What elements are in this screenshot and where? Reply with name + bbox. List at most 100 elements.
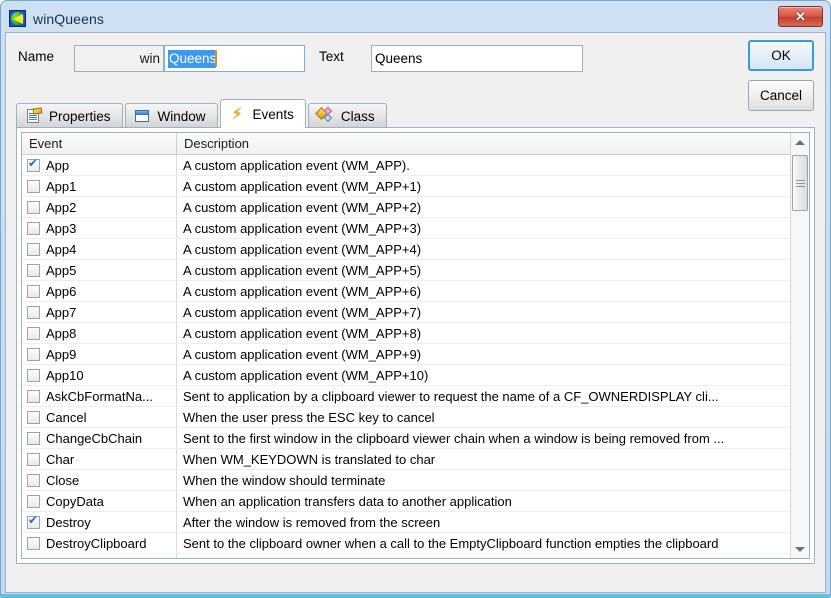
event-checkbox[interactable] <box>27 242 40 256</box>
event-cell: Char <box>22 449 177 469</box>
event-checkbox[interactable] <box>27 179 40 193</box>
event-checkbox[interactable] <box>27 200 40 214</box>
event-description: A custom application event (WM_APP+2) <box>183 199 422 215</box>
table-row[interactable]: App9 A custom application event (WM_APP+9… <box>22 344 790 365</box>
event-description: When WM_KEYDOWN is translated to char <box>183 451 436 467</box>
event-checkbox[interactable] <box>27 305 40 319</box>
tab-window[interactable]: Window <box>124 103 218 128</box>
name-label: Name <box>18 49 55 64</box>
table-row[interactable]: CopyData When an application transfers da… <box>22 491 790 512</box>
event-description: Sent to the clipboard owner when a call … <box>183 535 719 551</box>
scroll-up-arrow-icon[interactable] <box>791 133 809 151</box>
close-icon: ✕ <box>795 9 806 24</box>
event-checkbox[interactable] <box>27 221 40 235</box>
event-name: DestroyClipboard <box>46 535 147 551</box>
scroll-down-arrow-icon[interactable] <box>791 540 809 558</box>
event-description: When the window should terminate <box>183 472 386 488</box>
close-button[interactable]: ✕ <box>778 6 823 27</box>
event-checkbox[interactable] <box>27 557 40 558</box>
name-input-value: Queens <box>168 49 217 68</box>
window-icon <box>134 108 151 124</box>
scrollbar-thumb[interactable] <box>792 155 808 211</box>
event-name: App3 <box>46 220 77 236</box>
event-name: App9 <box>46 346 77 362</box>
tab-events[interactable]: ⚡ Events <box>219 99 306 128</box>
table-row[interactable]: App2 A custom application event (WM_APP+2… <box>22 197 790 218</box>
form-row: Name win Queens Text Queens OK Cancel <box>6 33 825 111</box>
table-row[interactable]: AskCbFormatNa... Sent to application by a… <box>22 386 790 407</box>
event-checkbox[interactable] <box>27 410 40 424</box>
grid-body: AppA custom application event (WM_APP).A… <box>22 155 790 558</box>
event-name: CopyData <box>46 493 104 509</box>
event-checkbox[interactable] <box>27 473 40 487</box>
event-name: Destroy <box>46 514 91 530</box>
table-row[interactable]: App7 A custom application event (WM_APP+7… <box>22 302 790 323</box>
event-description: A custom application event (WM_APP). <box>183 157 410 173</box>
table-row[interactable]: App A custom application event (WM_APP). <box>22 155 790 176</box>
table-row[interactable]: Char When WM_KEYDOWN is translated to cha… <box>22 449 790 470</box>
event-cell: DestroyClipboard <box>22 533 177 553</box>
event-name: App7 <box>46 304 77 320</box>
event-cell: App3 <box>22 218 177 238</box>
table-row[interactable]: App1 A custom application event (WM_APP+1… <box>22 176 790 197</box>
table-row[interactable]: Close When the window should terminate <box>22 470 790 491</box>
event-checkbox[interactable] <box>27 452 40 466</box>
ok-button[interactable]: OK <box>748 40 814 71</box>
tab-class[interactable]: Class <box>307 103 387 128</box>
events-grid-wrapper: Event Description App A custom applicatio… <box>21 132 810 559</box>
table-row[interactable]: App3 A custom application event (WM_APP+3… <box>22 218 790 239</box>
event-checkbox[interactable] <box>27 284 40 298</box>
event-cell: App1 <box>22 176 177 196</box>
table-row[interactable]: Destroy After the window is removed from … <box>22 512 790 533</box>
table-row[interactable]: App8 A custom application event (WM_APP+8… <box>22 323 790 344</box>
table-row[interactable]: App5 A custom application event (WM_APP+5… <box>22 260 790 281</box>
column-header-description[interactable]: Description <box>177 133 790 154</box>
table-row[interactable]: App10 A custom application event (WM_APP+… <box>22 365 790 386</box>
event-cell: CopyData <box>22 491 177 511</box>
tab-properties[interactable]: Properties <box>16 103 123 128</box>
vertical-scrollbar[interactable] <box>790 133 809 558</box>
event-checkbox[interactable] <box>27 263 40 277</box>
event-checkbox[interactable] <box>27 347 40 361</box>
events-grid: Event Description App A custom applicatio… <box>22 133 790 558</box>
table-row[interactable]: DisplayChange Sent to every window when t… <box>22 554 790 558</box>
event-name: App10 <box>46 367 84 383</box>
name-prefix-value: win <box>139 51 160 66</box>
event-description: A custom application event (WM_APP+5) <box>183 262 422 278</box>
event-description: A custom application event (WM_APP+10) <box>183 367 429 383</box>
event-checkbox[interactable] <box>27 389 40 403</box>
event-checkbox[interactable] <box>27 157 40 172</box>
text-input[interactable]: Queens <box>371 45 583 72</box>
event-cell: App5 <box>22 260 177 280</box>
event-checkbox[interactable] <box>27 431 40 445</box>
lightning-bolt-icon: ⚡ <box>231 104 243 123</box>
event-checkbox[interactable] <box>27 368 40 382</box>
table-row[interactable]: ChangeCbChain Sent to the first window in… <box>22 428 790 449</box>
table-row[interactable]: Cancel When the user press the ESC key to… <box>22 407 790 428</box>
event-checkbox[interactable] <box>27 326 40 340</box>
table-row[interactable]: DestroyClipboard Sent to the clipboard ow… <box>22 533 790 554</box>
event-description: A custom application event (WM_APP+8) <box>183 325 422 341</box>
event-checkbox[interactable] <box>27 494 40 508</box>
event-description: A custom application event (WM_APP+9) <box>183 346 422 362</box>
event-name: App2 <box>46 199 77 215</box>
event-name: App4 <box>46 241 77 257</box>
dialog-window: win Queens ✕ Name win Queens Text Queens … <box>0 0 831 598</box>
event-checkbox[interactable] <box>27 536 40 550</box>
arrow-globe-icon <box>9 10 26 27</box>
event-description: A custom application event (WM_APP+1) <box>183 178 422 194</box>
event-name: ChangeCbChain <box>46 430 143 446</box>
event-cell: Close <box>22 470 177 490</box>
table-row[interactable]: App6 A custom application event (WM_APP+6… <box>22 281 790 302</box>
name-input[interactable]: Queens <box>164 45 305 72</box>
event-cell: App6 <box>22 281 177 301</box>
event-cell: Cancel <box>22 407 177 427</box>
event-cell: App2 <box>22 197 177 217</box>
table-row[interactable]: App4 A custom application event (WM_APP+4… <box>22 239 790 260</box>
client-area: Name win Queens Text Queens OK Cancel Pr… <box>5 32 826 593</box>
event-cell: AskCbFormatNa... <box>22 386 177 406</box>
tab-page-events: Event Description App A custom applicatio… <box>16 127 815 564</box>
event-checkbox[interactable] <box>27 514 40 529</box>
event-cell: App8 <box>22 323 177 343</box>
column-header-event[interactable]: Event <box>22 133 177 154</box>
